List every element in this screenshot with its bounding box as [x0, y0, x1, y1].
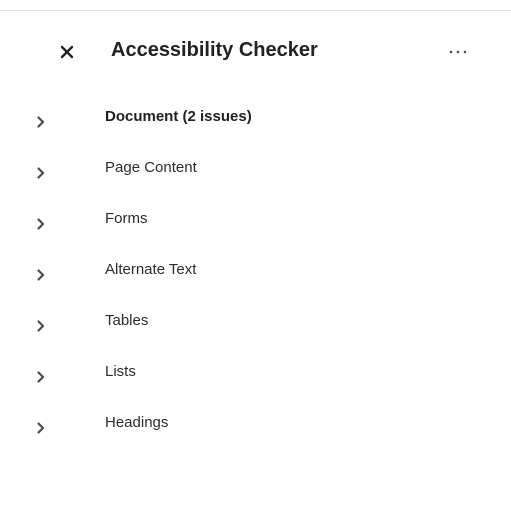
more-options-icon: [449, 50, 467, 54]
panel-title: Accessibility Checker: [111, 39, 318, 61]
category-label: Lists: [105, 363, 136, 380]
chevron-right-icon[interactable]: [36, 217, 46, 231]
category-label: Forms: [105, 210, 148, 227]
category-item-lists[interactable]: Lists: [0, 347, 511, 398]
chevron-right-icon[interactable]: [36, 421, 46, 435]
category-item-headings[interactable]: Headings: [0, 398, 511, 449]
category-label: Tables: [105, 312, 149, 329]
chevron-right-icon[interactable]: [36, 166, 46, 180]
chevron-right-icon[interactable]: [36, 268, 46, 282]
category-item-page-content[interactable]: Page Content: [0, 143, 511, 194]
accessibility-category-list: Document (2 issues) Page Content Forms A…: [0, 92, 511, 449]
category-item-alternate-text[interactable]: Alternate Text: [0, 245, 511, 296]
category-label: Alternate Text: [105, 261, 197, 278]
close-button[interactable]: [58, 42, 78, 62]
category-item-document[interactable]: Document (2 issues): [0, 92, 511, 143]
panel-top-divider: [0, 10, 511, 11]
category-label: Headings: [105, 414, 169, 431]
chevron-right-icon[interactable]: [36, 115, 46, 129]
chevron-right-icon[interactable]: [36, 319, 46, 333]
chevron-right-icon[interactable]: [36, 370, 46, 384]
panel-header: Accessibility Checker: [0, 33, 511, 71]
close-icon: [60, 45, 74, 59]
category-label: Page Content: [105, 159, 197, 176]
category-item-tables[interactable]: Tables: [0, 296, 511, 347]
category-item-forms[interactable]: Forms: [0, 194, 511, 245]
more-options-button[interactable]: [446, 43, 472, 61]
category-label: Document (2 issues): [105, 108, 252, 125]
